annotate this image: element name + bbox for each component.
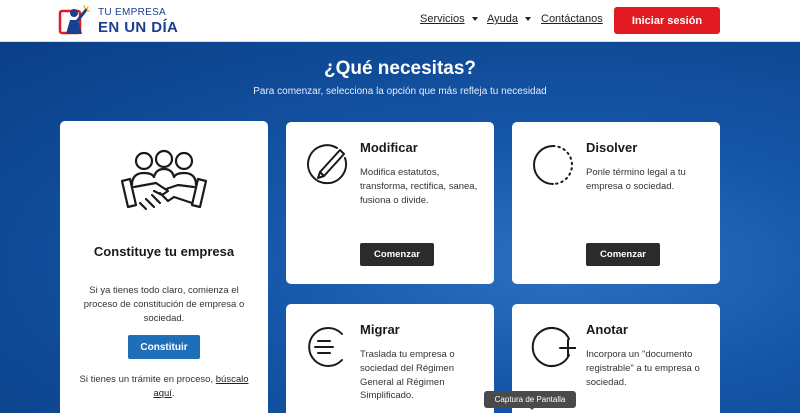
card-disolver: Disolver Ponle término legal a tu empres…: [512, 122, 720, 284]
logo-icon: [58, 4, 92, 38]
card-migrar-title: Migrar: [360, 322, 400, 337]
tooltip-arrow: [528, 406, 536, 410]
card-anotar-description: Incorpora un "documento registrable" a t…: [586, 349, 700, 388]
nav-servicios[interactable]: Servicios: [420, 13, 478, 25]
card-disolver-title: Disolver: [586, 140, 638, 155]
card-constituye-title: Constituye tu empresa: [93, 244, 235, 259]
nav-ayuda-label: Ayuda: [487, 13, 518, 25]
card-anotar-title: Anotar: [586, 322, 628, 337]
dotted-circle-icon: [530, 142, 576, 188]
card-migrar: Migrar Traslada tu empresa o sociedad de…: [286, 304, 494, 413]
modificar-comenzar-button[interactable]: Comenzar: [360, 243, 434, 266]
card-constituye-description: Si ya tienes todo claro, comienza el pro…: [83, 285, 245, 324]
hero-subtitle: Para comenzar, selecciona la opción que …: [253, 86, 547, 97]
card-constituye-footer: Si tienes un trámite en proceso, búscalo…: [72, 373, 256, 402]
exit-arrow-icon: [304, 324, 350, 370]
site-header: TU EMPRESA EN UN DÍA Servicios Ayuda Con…: [0, 0, 800, 42]
card-constituye: Constituye tu empresa Si ya tienes todo …: [60, 121, 268, 413]
card-disolver-description: Ponle término legal a tu empresa o socie…: [586, 167, 686, 192]
plus-circle-icon: [530, 324, 577, 370]
footer-period: .: [171, 388, 175, 400]
chevron-down-icon: [471, 17, 478, 21]
nav-servicios-label: Servicios: [420, 13, 465, 25]
nav-contactanos-label: Contáctanos: [541, 13, 603, 25]
handshake-team-icon: [116, 145, 212, 225]
logo-text-top: TU EMPRESA: [98, 6, 167, 18]
footer-text: Si tienes un trámite en proceso,: [79, 374, 214, 385]
card-migrar-description: Traslada tu empresa o sociedad del Régim…: [360, 349, 455, 402]
hero-title: ¿Qué necesitas?: [323, 58, 477, 79]
card-modificar: Modificar Modifica estatutos, transforma…: [286, 122, 494, 284]
site-logo[interactable]: TU EMPRESA EN UN DÍA: [58, 4, 178, 38]
disolver-comenzar-button[interactable]: Comenzar: [586, 243, 660, 266]
login-button[interactable]: Iniciar sesión: [614, 7, 720, 34]
chevron-down-icon: [525, 17, 531, 21]
pencil-circle-icon: [304, 142, 350, 188]
nav-ayuda[interactable]: Ayuda: [487, 13, 531, 25]
card-modificar-title: Modificar: [360, 140, 418, 155]
card-modificar-description: Modifica estatutos, transforma, rectific…: [360, 167, 478, 206]
constituir-button[interactable]: Constituir: [128, 335, 200, 359]
nav-contactanos[interactable]: Contáctanos: [541, 13, 603, 25]
logo-text-bottom: EN UN DÍA: [98, 18, 179, 36]
